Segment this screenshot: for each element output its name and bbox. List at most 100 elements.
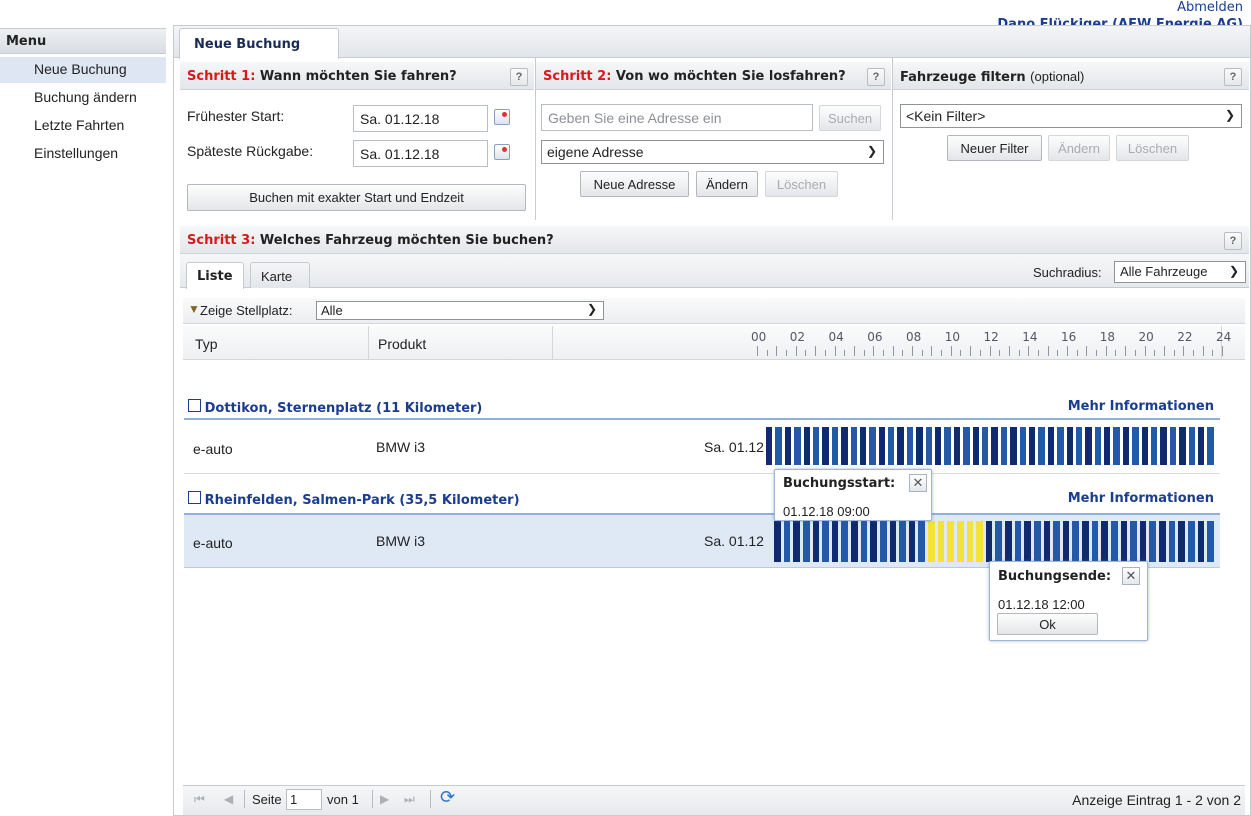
time-slot[interactable]	[850, 427, 857, 465]
time-slot[interactable]	[783, 521, 791, 562]
time-slot[interactable]	[1169, 427, 1177, 465]
time-slot[interactable]	[1072, 521, 1079, 562]
time-slot[interactable]	[1024, 521, 1031, 562]
time-slot[interactable]	[1122, 427, 1130, 465]
time-slot[interactable]	[906, 427, 914, 465]
time-slot[interactable]	[803, 427, 810, 465]
time-slot[interactable]	[793, 521, 800, 562]
time-slot[interactable]	[774, 521, 781, 562]
time-slot[interactable]	[1010, 427, 1017, 465]
time-slot[interactable]	[812, 427, 820, 465]
time-slot[interactable]	[1179, 427, 1186, 465]
time-slot[interactable]	[928, 521, 935, 562]
time-slot[interactable]	[831, 427, 839, 465]
logout-link[interactable]: Abmelden	[1177, 0, 1243, 15]
time-slot[interactable]	[1085, 427, 1092, 465]
address-input[interactable]: Geben Sie eine Adresse ein	[541, 104, 813, 131]
time-slot[interactable]	[1005, 521, 1012, 562]
time-slot[interactable]	[908, 521, 916, 562]
filter-select[interactable]: <Kein Filter> ❯	[900, 104, 1242, 128]
delete-address-button[interactable]: Löschen	[765, 171, 838, 197]
time-slot[interactable]	[831, 521, 839, 562]
more-info-link[interactable]: Mehr Informationen	[1068, 399, 1214, 414]
exact-time-button[interactable]: Buchen mit exakter Start und Endzeit	[187, 184, 526, 211]
more-info-link[interactable]: Mehr Informationen	[1068, 491, 1214, 506]
first-page-icon[interactable]: ⏮	[194, 792, 205, 807]
close-icon[interactable]: ✕	[1122, 567, 1140, 585]
time-slot[interactable]	[1082, 521, 1089, 562]
time-slot[interactable]	[766, 427, 773, 465]
prev-page-icon[interactable]: ◀	[224, 792, 233, 806]
time-slot[interactable]	[889, 521, 897, 562]
menu-item-buchung-aendern[interactable]: Buchung ändern	[0, 85, 166, 111]
time-slot[interactable]	[981, 427, 989, 465]
time-slot[interactable]	[918, 521, 925, 562]
time-slot[interactable]	[1047, 427, 1055, 465]
refresh-icon[interactable]: ⟳	[440, 787, 455, 808]
time-slot[interactable]	[985, 521, 993, 562]
group-rheinfelden[interactable]: Rheinfelden, Salmen-Park (35,5 Kilometer…	[188, 491, 520, 508]
calendar-icon[interactable]	[494, 109, 510, 125]
next-page-icon[interactable]: ▶	[380, 792, 389, 806]
time-slot[interactable]	[1197, 521, 1205, 562]
group-dottikon[interactable]: Dottikon, Sternenplatz (11 Kilometer)	[188, 399, 482, 416]
collapse-icon[interactable]	[188, 491, 201, 504]
time-slot[interactable]	[899, 521, 906, 562]
time-slot[interactable]	[1014, 521, 1022, 562]
time-slot[interactable]	[947, 521, 954, 562]
time-slot[interactable]	[869, 427, 876, 465]
time-slot[interactable]	[953, 427, 961, 465]
time-slot[interactable]	[822, 521, 829, 562]
time-slot[interactable]	[1110, 521, 1118, 562]
time-slot[interactable]	[888, 427, 895, 465]
time-slot[interactable]	[1094, 427, 1102, 465]
time-slot[interactable]	[1178, 521, 1185, 562]
close-icon[interactable]: ✕	[909, 474, 927, 492]
tab-karte[interactable]: Karte	[250, 262, 310, 288]
time-slot[interactable]	[976, 521, 983, 562]
time-slot[interactable]	[916, 427, 923, 465]
search-button[interactable]: Suchen	[819, 105, 881, 131]
time-slot[interactable]	[1188, 427, 1195, 465]
time-slot[interactable]	[1113, 427, 1120, 465]
change-filter-button[interactable]: Ändern	[1048, 135, 1110, 161]
time-slot[interactable]	[812, 521, 820, 562]
collapse-icon[interactable]	[188, 399, 201, 412]
time-slot[interactable]	[784, 427, 792, 465]
time-slot[interactable]	[1168, 521, 1176, 562]
menu-item-neue-buchung[interactable]: Neue Buchung	[0, 57, 166, 83]
time-slot[interactable]	[963, 427, 970, 465]
delete-filter-button[interactable]: Löschen	[1116, 135, 1189, 161]
latest-return-field[interactable]: Sa. 01.12.18	[353, 140, 488, 167]
time-slot[interactable]	[1207, 427, 1214, 465]
time-slot[interactable]	[925, 427, 933, 465]
time-slot[interactable]	[1091, 521, 1099, 562]
time-slot[interactable]	[859, 427, 867, 465]
time-slot[interactable]	[995, 521, 1002, 562]
step1-help-icon[interactable]: ?	[510, 68, 528, 86]
time-slot[interactable]	[775, 427, 782, 465]
change-address-button[interactable]: Ändern	[696, 171, 758, 197]
column-type[interactable]: Typ	[195, 336, 218, 352]
calendar-icon[interactable]	[494, 144, 510, 160]
time-slot[interactable]	[944, 427, 951, 465]
new-address-button[interactable]: Neue Adresse	[580, 171, 689, 197]
column-product[interactable]: Produkt	[378, 336, 426, 352]
timeline-rheinfelden[interactable]	[774, 521, 1214, 562]
time-slot[interactable]	[879, 521, 887, 562]
ok-button[interactable]: Ok	[997, 613, 1098, 635]
time-slot[interactable]	[1038, 427, 1045, 465]
time-slot[interactable]	[794, 427, 801, 465]
time-slot[interactable]	[870, 521, 877, 562]
time-slot[interactable]	[851, 521, 858, 562]
time-slot[interactable]	[1101, 521, 1108, 562]
time-slot[interactable]	[1028, 427, 1036, 465]
page-input[interactable]: 1	[286, 789, 322, 810]
time-slot[interactable]	[1033, 521, 1041, 562]
time-slot[interactable]	[1159, 521, 1166, 562]
time-slot[interactable]	[956, 521, 964, 562]
stellplatz-select[interactable]: Alle ❯	[316, 301, 604, 320]
time-slot[interactable]	[937, 521, 945, 562]
time-slot[interactable]	[1151, 427, 1158, 465]
time-slot[interactable]	[1075, 427, 1083, 465]
